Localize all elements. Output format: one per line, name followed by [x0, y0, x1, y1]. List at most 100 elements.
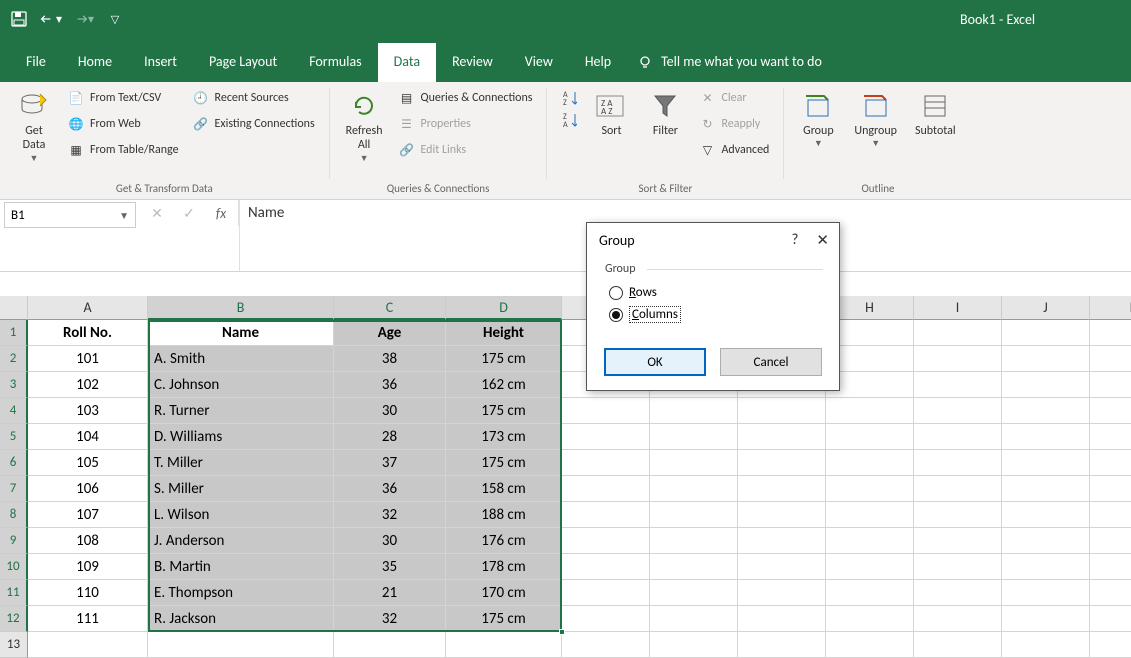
- cell[interactable]: [562, 554, 650, 580]
- cell[interactable]: [1090, 320, 1131, 346]
- tell-me-search[interactable]: Tell me what you want to do: [637, 53, 822, 82]
- cell[interactable]: [1090, 580, 1131, 606]
- name-box[interactable]: B1 ▼: [4, 202, 136, 228]
- cell[interactable]: [826, 398, 914, 424]
- cell[interactable]: [914, 398, 1002, 424]
- cell[interactable]: [738, 502, 826, 528]
- cell[interactable]: [1090, 424, 1131, 450]
- cell[interactable]: [914, 450, 1002, 476]
- cell[interactable]: 107: [28, 502, 148, 528]
- cell[interactable]: [738, 476, 826, 502]
- cell[interactable]: Height: [446, 320, 562, 346]
- cell[interactable]: [826, 424, 914, 450]
- cell[interactable]: [1090, 606, 1131, 632]
- cancel-button[interactable]: Cancel: [720, 348, 822, 376]
- cell[interactable]: [1002, 502, 1090, 528]
- cell[interactable]: [1002, 372, 1090, 398]
- cell[interactable]: Name: [148, 320, 334, 346]
- cell[interactable]: 175 cm: [446, 398, 562, 424]
- redo-icon[interactable]: ▾: [72, 8, 94, 30]
- cell[interactable]: [1002, 320, 1090, 346]
- cell[interactable]: [650, 632, 738, 658]
- cell[interactable]: 176 cm: [446, 528, 562, 554]
- cell[interactable]: [562, 502, 650, 528]
- cell[interactable]: [826, 528, 914, 554]
- rowhdr-8[interactable]: 8: [0, 502, 28, 528]
- group-button[interactable]: Group ▼: [794, 86, 842, 153]
- select-all-corner[interactable]: [0, 296, 28, 320]
- cell[interactable]: [914, 606, 1002, 632]
- rowhdr-12[interactable]: 12: [0, 606, 28, 632]
- ungroup-button[interactable]: Ungroup ▼: [848, 86, 903, 153]
- colhdr-D[interactable]: D: [446, 296, 562, 320]
- colhdr-K[interactable]: K: [1090, 296, 1131, 320]
- cell[interactable]: [562, 424, 650, 450]
- cell[interactable]: 110: [28, 580, 148, 606]
- cells-area[interactable]: Roll No.NameAgeHeight101A. Smith38175 cm…: [28, 320, 1131, 658]
- cell[interactable]: [650, 450, 738, 476]
- rowhdr-2[interactable]: 2: [0, 346, 28, 372]
- cell[interactable]: [1002, 528, 1090, 554]
- rowhdr-3[interactable]: 3: [0, 372, 28, 398]
- cell[interactable]: [650, 580, 738, 606]
- advanced-button[interactable]: ▽Advanced: [695, 140, 773, 160]
- cell[interactable]: [826, 450, 914, 476]
- cell[interactable]: [1002, 580, 1090, 606]
- cell[interactable]: [650, 606, 738, 632]
- help-icon[interactable]: ?: [791, 231, 798, 250]
- rowhdr-4[interactable]: 4: [0, 398, 28, 424]
- cell[interactable]: [914, 632, 1002, 658]
- tab-data[interactable]: Data: [378, 43, 436, 82]
- recent-sources-button[interactable]: 🕘Recent Sources: [189, 88, 319, 108]
- cell[interactable]: [826, 502, 914, 528]
- cell[interactable]: 38: [334, 346, 446, 372]
- ok-button[interactable]: OK: [604, 348, 706, 376]
- cell[interactable]: 21: [334, 580, 446, 606]
- cell[interactable]: 108: [28, 528, 148, 554]
- cell[interactable]: [562, 398, 650, 424]
- tab-view[interactable]: View: [509, 43, 569, 82]
- cell[interactable]: 37: [334, 450, 446, 476]
- cell[interactable]: Roll No.: [28, 320, 148, 346]
- cell[interactable]: [562, 606, 650, 632]
- cell[interactable]: 105: [28, 450, 148, 476]
- tab-file[interactable]: File: [10, 43, 62, 82]
- cell[interactable]: [562, 476, 650, 502]
- cell[interactable]: [914, 320, 1002, 346]
- cell[interactable]: [1002, 606, 1090, 632]
- rowhdr-1[interactable]: 1: [0, 320, 28, 346]
- cell[interactable]: [1090, 476, 1131, 502]
- cell[interactable]: 158 cm: [446, 476, 562, 502]
- cell[interactable]: [1090, 528, 1131, 554]
- cell[interactable]: A. Smith: [148, 346, 334, 372]
- cell[interactable]: [914, 476, 1002, 502]
- cell[interactable]: [914, 424, 1002, 450]
- from-web-button[interactable]: 🌐From Web: [64, 114, 183, 134]
- save-icon[interactable]: [8, 8, 30, 30]
- cell[interactable]: [738, 554, 826, 580]
- cell[interactable]: 109: [28, 554, 148, 580]
- qat-customize-icon[interactable]: ▽: [104, 8, 126, 30]
- cell[interactable]: [650, 554, 738, 580]
- get-data-button[interactable]: Get Data ▼: [10, 86, 58, 168]
- cell[interactable]: [148, 632, 334, 658]
- cell[interactable]: 103: [28, 398, 148, 424]
- cell[interactable]: [738, 632, 826, 658]
- cell[interactable]: T. Miller: [148, 450, 334, 476]
- cell[interactable]: [738, 398, 826, 424]
- colhdr-C[interactable]: C: [334, 296, 446, 320]
- cell[interactable]: 175 cm: [446, 606, 562, 632]
- cell[interactable]: [1090, 398, 1131, 424]
- cell[interactable]: 175 cm: [446, 450, 562, 476]
- selection-handle[interactable]: [559, 629, 565, 635]
- filter-button[interactable]: Filter: [641, 86, 689, 142]
- cell[interactable]: 36: [334, 372, 446, 398]
- cell[interactable]: 178 cm: [446, 554, 562, 580]
- cell[interactable]: [1090, 554, 1131, 580]
- cell[interactable]: [650, 424, 738, 450]
- tab-help[interactable]: Help: [569, 43, 627, 82]
- cell[interactable]: [738, 528, 826, 554]
- cell[interactable]: [1002, 450, 1090, 476]
- cell[interactable]: [334, 632, 446, 658]
- sort-button[interactable]: Z AA Z Sort: [587, 86, 635, 142]
